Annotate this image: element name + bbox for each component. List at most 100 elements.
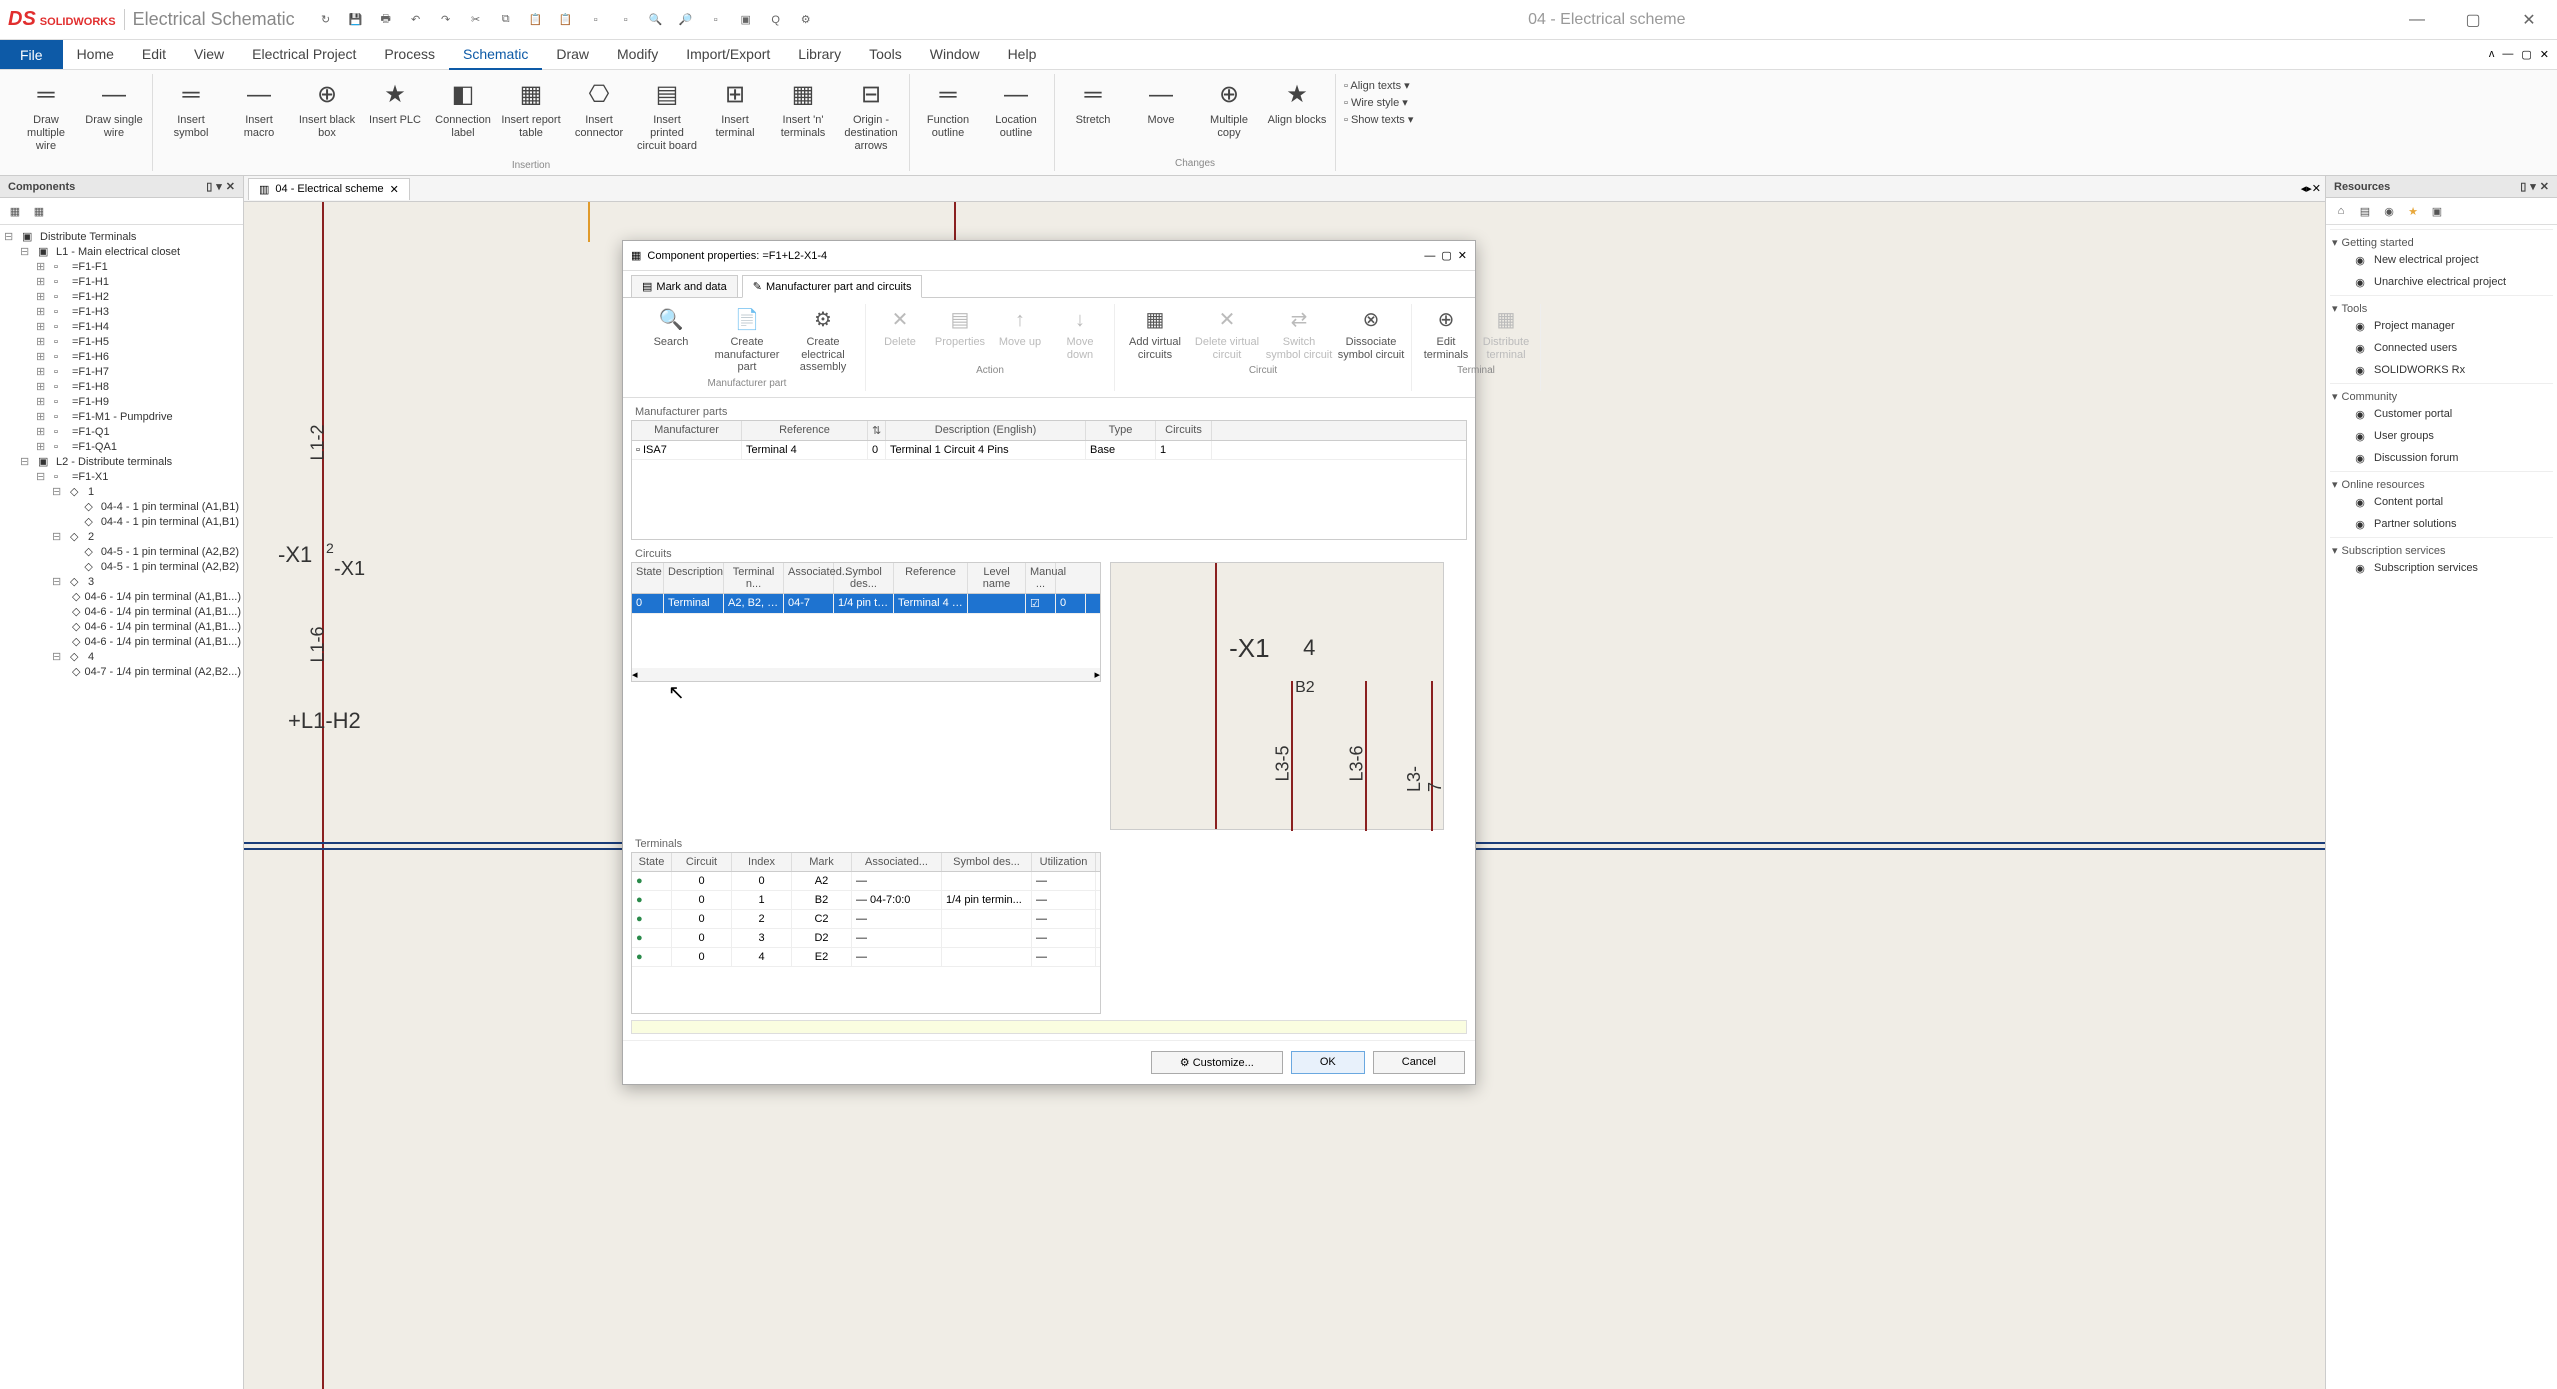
close-button[interactable]: ✕: [2509, 6, 2549, 34]
cancel-button[interactable]: Cancel: [1373, 1051, 1465, 1074]
cell[interactable]: 0: [868, 441, 886, 459]
ribbon-stretch[interactable]: ═Stretch: [1061, 74, 1125, 156]
tool-a-icon[interactable]: ▫: [585, 9, 607, 31]
cell[interactable]: —: [852, 929, 942, 947]
redo-icon[interactable]: ↷: [435, 9, 457, 31]
ribbon-insert-report-table[interactable]: ▦Insert report table: [499, 74, 563, 158]
menu-schematic[interactable]: Schematic: [449, 40, 542, 70]
menu-home[interactable]: Home: [63, 40, 128, 70]
cell[interactable]: 0: [672, 948, 732, 966]
cell[interactable]: 04-7: [784, 594, 834, 613]
tree-node[interactable]: ◇04-6 - 1/4 pin terminal (A1,B1...): [68, 589, 239, 604]
ribbon-multiple-copy[interactable]: ⊕Multiple copy: [1197, 74, 1261, 156]
col-header[interactable]: Level name: [968, 563, 1026, 593]
cell[interactable]: 1/4 pin termin...: [942, 891, 1032, 909]
tree-node[interactable]: ◇04-4 - 1 pin terminal (A1,B1): [68, 514, 239, 529]
ribbon-function-outline[interactable]: ═Function outline: [916, 74, 980, 156]
cell[interactable]: —: [1032, 891, 1096, 909]
paste-icon[interactable]: 📋: [525, 9, 547, 31]
expander-icon[interactable]: ⊟: [52, 530, 66, 543]
ribbon-insert-macro[interactable]: —Insert macro: [227, 74, 291, 158]
ribbon-origin---destination-arrows[interactable]: ⊟Origin - destination arrows: [839, 74, 903, 158]
panel-close-icon[interactable]: ✕: [2540, 180, 2549, 193]
tree-node[interactable]: ⊟◇4: [52, 649, 239, 664]
tree-node[interactable]: ⊞▫=F1-H8: [36, 379, 239, 394]
tree-node[interactable]: ◇04-6 - 1/4 pin terminal (A1,B1...): [68, 619, 239, 634]
cell[interactable]: 4: [732, 948, 792, 966]
ribbon-connection-label[interactable]: ◧Connection label: [431, 74, 495, 158]
dialog-maximize-icon[interactable]: ▢: [1441, 249, 1451, 262]
cell[interactable]: — 04-7:0:0: [852, 891, 942, 909]
expander-icon[interactable]: ⊟: [52, 575, 66, 588]
tab-electrical-scheme[interactable]: ▥ 04 - Electrical scheme ✕: [248, 178, 410, 200]
table-row[interactable]: ●04E2——: [632, 948, 1100, 967]
expander-icon[interactable]: ⊞: [36, 410, 50, 423]
menu-import-export[interactable]: Import/Export: [672, 40, 784, 70]
tool-b-icon[interactable]: ▫: [615, 9, 637, 31]
menu-edit[interactable]: Edit: [128, 40, 180, 70]
resource-link[interactable]: ◉Project manager: [2332, 315, 2551, 337]
ok-button[interactable]: OK: [1291, 1051, 1365, 1074]
ribbon-insert-connector[interactable]: ⎔Insert connector: [567, 74, 631, 158]
tree-node[interactable]: ⊞▫=F1-H2: [36, 289, 239, 304]
dialog-close-icon[interactable]: ✕: [1458, 249, 1467, 262]
tree-node[interactable]: ⊞▫=F1-H5: [36, 334, 239, 349]
cell[interactable]: 1: [732, 891, 792, 909]
tree-node[interactable]: ⊞▫=F1-Q1: [36, 424, 239, 439]
tree-node[interactable]: ⊞▫=F1-M1 - Pumpdrive: [36, 409, 239, 424]
collapse-ribbon-icon[interactable]: ʌ: [2489, 48, 2495, 61]
cell[interactable]: [942, 872, 1032, 890]
cell[interactable]: 0: [632, 594, 664, 613]
tabs-close-icon[interactable]: ✕: [2312, 182, 2321, 195]
col-header[interactable]: Manufacturer: [632, 421, 742, 440]
resource-link[interactable]: ◉User groups: [2332, 425, 2551, 447]
col-header[interactable]: Type: [1086, 421, 1156, 440]
cell[interactable]: 0: [672, 910, 732, 928]
dlg-create-electrical-assembly[interactable]: ⚙Create electrical assembly: [785, 304, 861, 376]
cell[interactable]: Terminal 4 (0): [894, 594, 968, 613]
cell[interactable]: [942, 929, 1032, 947]
expander-icon[interactable]: ⊞: [36, 440, 50, 453]
col-header[interactable]: State: [632, 853, 672, 871]
tree-node[interactable]: ⊟◇2: [52, 529, 239, 544]
menu-library[interactable]: Library: [784, 40, 855, 70]
table-row[interactable]: ●03D2——: [632, 929, 1100, 948]
ribbon-draw-single-wire[interactable]: —Draw single wire: [82, 74, 146, 158]
cell[interactable]: —: [1032, 929, 1096, 947]
ribbon-insert--n--terminals[interactable]: ▦Insert 'n' terminals: [771, 74, 835, 158]
book-icon[interactable]: ▤: [2356, 202, 2374, 220]
expander-icon[interactable]: ⊟: [20, 455, 34, 468]
resource-link[interactable]: ◉Unarchive electrical project: [2332, 271, 2551, 293]
cell[interactable]: [968, 594, 1026, 613]
menu-help[interactable]: Help: [994, 40, 1051, 70]
print-icon[interactable]: 🖶: [375, 9, 397, 31]
panel-dropdown-icon[interactable]: ▾: [216, 180, 222, 193]
cell[interactable]: 2: [732, 910, 792, 928]
cell[interactable]: D2: [792, 929, 852, 947]
ribbon-insert-terminal[interactable]: ⊞Insert terminal: [703, 74, 767, 158]
tree-node[interactable]: ⊞▫=F1-F1: [36, 259, 239, 274]
expander-icon[interactable]: ⊞: [36, 395, 50, 408]
manufacturer-parts-table[interactable]: ManufacturerReference⇅Description (Engli…: [631, 420, 1467, 540]
fit-icon[interactable]: ▣: [735, 9, 757, 31]
cell[interactable]: —: [1032, 948, 1096, 966]
ribbon-align-blocks[interactable]: ★Align blocks: [1265, 74, 1329, 156]
cell[interactable]: Terminal 1 Circuit 4 Pins: [886, 441, 1086, 459]
tree-node[interactable]: ⊞▫=F1-H3: [36, 304, 239, 319]
file-menu[interactable]: File: [0, 40, 63, 69]
resource-link[interactable]: ◉Discussion forum: [2332, 447, 2551, 469]
tree-node[interactable]: ⊞▫=F1-H9: [36, 394, 239, 409]
resource-link[interactable]: ◉SOLIDWORKS Rx: [2332, 359, 2551, 381]
tree-node[interactable]: ⊞▫=F1-H6: [36, 349, 239, 364]
expander-icon[interactable]: ⊟: [4, 230, 18, 243]
cell[interactable]: 1/4 pin termin...: [834, 594, 894, 613]
undo-icon[interactable]: ↶: [405, 9, 427, 31]
star-icon[interactable]: ★: [2404, 202, 2422, 220]
tab-mark-and-data[interactable]: ▤Mark and data: [631, 275, 738, 297]
table-row[interactable]: ●02C2——: [632, 910, 1100, 929]
ribbon-location-outline[interactable]: —Location outline: [984, 74, 1048, 156]
expander-icon[interactable]: ⊟: [20, 245, 34, 258]
copy-icon[interactable]: ⧉: [495, 9, 517, 31]
menu-process[interactable]: Process: [370, 40, 449, 70]
cell[interactable]: Terminal 4: [742, 441, 868, 459]
